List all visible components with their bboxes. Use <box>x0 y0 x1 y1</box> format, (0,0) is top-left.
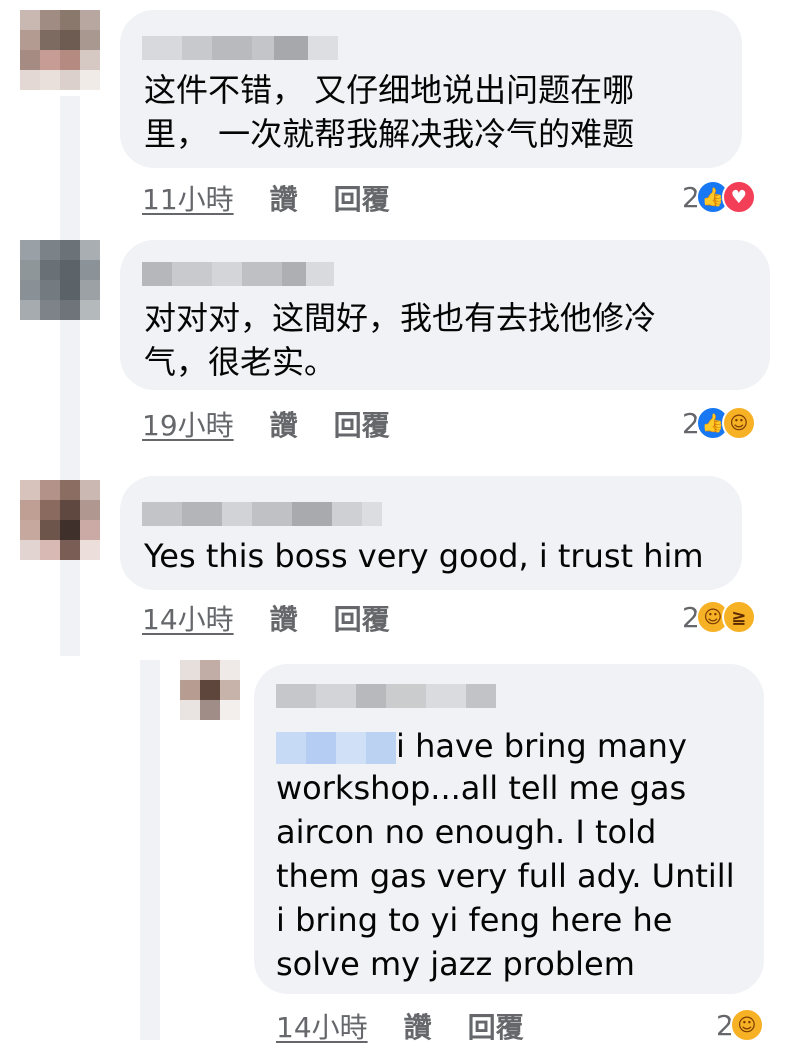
comment-bubble: 对对对，这間好，我也有去找他修冷 气，很老实。 <box>120 240 770 390</box>
commenter-name-blurred[interactable] <box>142 262 334 286</box>
comment-actions: 14小時 讚 回覆 <box>142 598 390 638</box>
reaction-summary[interactable]: 2 ☺ <box>716 1008 764 1042</box>
commenter-name-blurred[interactable] <box>276 684 496 708</box>
comment-timestamp[interactable]: 14小時 <box>142 598 234 638</box>
reply-thread-line <box>140 660 160 1040</box>
comment-text: Yes this boss very good, i trust him <box>144 537 704 575</box>
reaction-summary[interactable]: 2 ☺ ≧ <box>682 600 756 634</box>
reply-button[interactable]: 回覆 <box>334 404 390 444</box>
reply-button[interactable]: 回覆 <box>334 178 390 218</box>
like-button[interactable]: 讚 <box>270 598 298 638</box>
reaction-summary[interactable]: 2 👍 ☺ <box>682 406 756 440</box>
avatar[interactable] <box>180 660 240 720</box>
care-icon: ☺ <box>721 406 756 440</box>
like-button[interactable]: 讚 <box>270 178 298 218</box>
comment-text: 这件不错， 又仔细地说出问题在哪 里， 一次就帮我解决我冷气的难题 <box>144 71 635 153</box>
comment-text: 对对对，这間好，我也有去找他修冷 气，很老实。 <box>144 299 657 381</box>
comment-actions: 11小時 讚 回覆 <box>142 178 390 218</box>
reply-text: workshop...all tell me gas aircon no eno… <box>276 769 735 983</box>
love-icon: ♥ <box>721 180 756 214</box>
thread-line <box>60 96 80 656</box>
like-button[interactable]: 讚 <box>270 404 298 444</box>
commenter-name-blurred[interactable] <box>142 502 382 526</box>
comment-timestamp[interactable]: 11小時 <box>142 178 234 218</box>
reaction-summary[interactable]: 2 👍 ♥ <box>682 180 756 214</box>
comment-actions: 19小時 讚 回覆 <box>142 404 390 444</box>
commenter-name-blurred[interactable] <box>142 36 338 60</box>
reply-text-first-line: i have bring many <box>396 727 687 765</box>
avatar[interactable] <box>20 10 100 90</box>
reply-bubble: i have bring many workshop...all tell me… <box>254 664 764 994</box>
comment-timestamp[interactable]: 19小時 <box>142 404 234 444</box>
avatar[interactable] <box>20 240 100 320</box>
comment-bubble: Yes this boss very good, i trust him <box>120 476 742 590</box>
like-button[interactable]: 讚 <box>404 1006 432 1046</box>
reply-button[interactable]: 回覆 <box>334 598 390 638</box>
care-icon: ☺ <box>729 1008 764 1042</box>
reply-timestamp[interactable]: 14小時 <box>276 1006 368 1046</box>
reply-actions: 14小時 讚 回覆 <box>276 1006 524 1046</box>
comment-bubble: 这件不错， 又仔细地说出问题在哪 里， 一次就帮我解决我冷气的难题 <box>120 10 742 168</box>
reply-button[interactable]: 回覆 <box>468 1006 524 1046</box>
haha-icon: ≧ <box>721 600 756 634</box>
avatar[interactable] <box>20 480 100 560</box>
mention-tag-blurred[interactable] <box>276 732 396 764</box>
